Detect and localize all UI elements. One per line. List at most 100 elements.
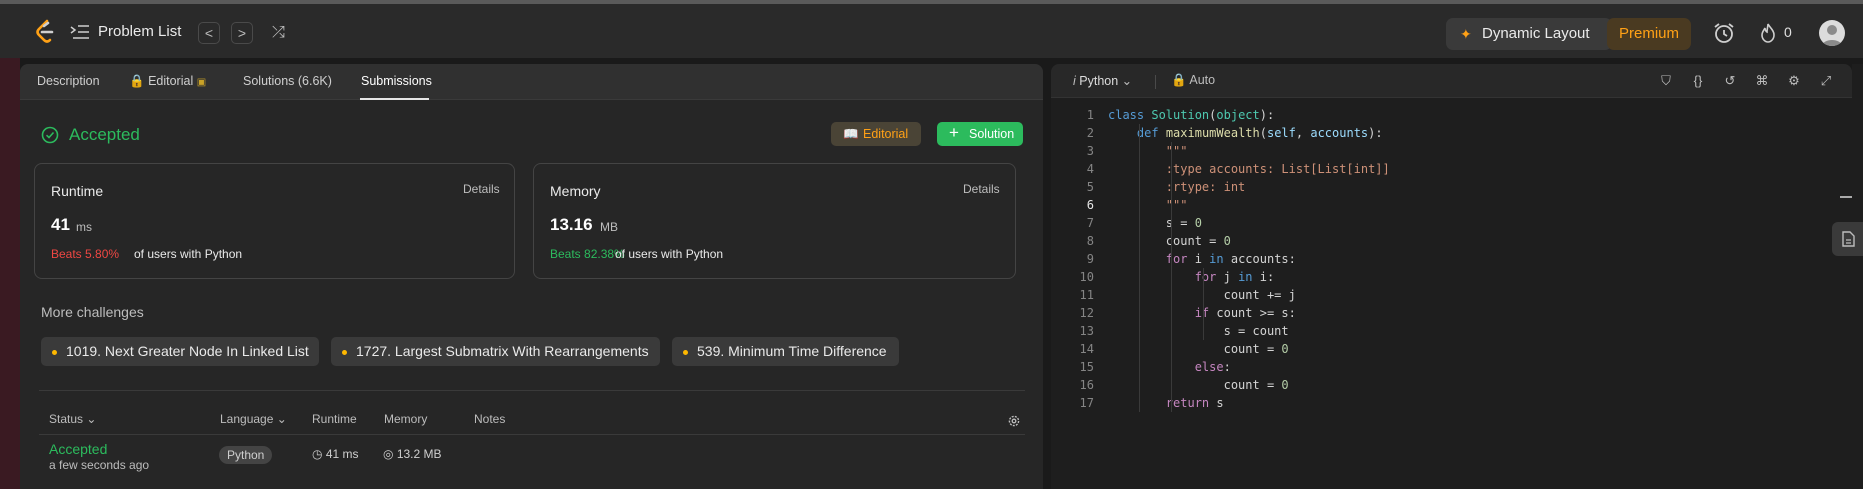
auto-mode-label: Auto bbox=[1189, 73, 1216, 87]
submission-panel: Description 🔒 Editorial ▣ Solutions (6.6… bbox=[20, 64, 1043, 489]
code-text: :type accounts: List[List[int]] bbox=[1108, 162, 1390, 176]
user-icon bbox=[1822, 25, 1842, 46]
memory-unit: MB bbox=[600, 220, 618, 234]
challenge-chip[interactable]: 1019. Next Greater Node In Linked List bbox=[41, 337, 319, 366]
indent-guide bbox=[1203, 268, 1204, 340]
shuffle-icon[interactable]: ⤮ bbox=[272, 24, 285, 42]
runtime-beats-tail: of users with Python bbox=[134, 247, 243, 261]
code-text: count = 0 bbox=[1108, 378, 1289, 392]
memory-details-link[interactable]: Details bbox=[963, 182, 1000, 196]
tab-submissions[interactable]: Submissions bbox=[361, 74, 432, 88]
problem-list-link[interactable]: Problem List bbox=[98, 23, 181, 40]
challenge-chip-label: 1019. Next Greater Node In Linked List bbox=[66, 343, 309, 359]
leetcode-logo-icon[interactable] bbox=[34, 19, 56, 45]
auto-mode-toggle[interactable]: 🔒 Auto bbox=[1171, 73, 1215, 88]
solution-button-label: Solution bbox=[969, 127, 1015, 141]
line-number: 3 bbox=[1086, 144, 1094, 158]
code-text: count = 0 bbox=[1108, 234, 1231, 248]
dynamic-layout-label: Dynamic Layout bbox=[1482, 25, 1590, 42]
line-number: 10 bbox=[1079, 270, 1094, 284]
memory-card[interactable]: Memory Details 13.16 MB Beats 82.38% of … bbox=[533, 163, 1016, 279]
code-text: count = 0 bbox=[1108, 342, 1289, 356]
gear-icon[interactable] bbox=[1007, 414, 1021, 428]
runtime-card[interactable]: Runtime Details 41 ms Beats 5.80% of use… bbox=[34, 163, 515, 279]
divider bbox=[39, 390, 1025, 391]
indent-guide bbox=[1171, 142, 1172, 412]
solution-button[interactable]: + Solution bbox=[937, 122, 1023, 146]
side-panel-tab[interactable] bbox=[1832, 222, 1863, 256]
ticket-icon: ▣ bbox=[196, 77, 207, 88]
challenge-chip[interactable]: 539. Minimum Time Difference bbox=[672, 337, 899, 366]
settings-icon[interactable]: ⚙ bbox=[1786, 73, 1802, 89]
code-line[interactable]: 2 def maximumWealth(self, accounts): bbox=[1051, 124, 1852, 142]
status-column-header[interactable]: Status ⌄ bbox=[49, 412, 96, 426]
line-number: 7 bbox=[1086, 216, 1094, 230]
code-text: """ bbox=[1108, 144, 1188, 158]
memory-beats: Beats 82.38% bbox=[550, 247, 625, 261]
challenge-chip[interactable]: 1727. Largest Submatrix With Rearrangeme… bbox=[331, 337, 660, 366]
clock-icon: ◷ bbox=[312, 447, 323, 461]
language-column-header[interactable]: Language ⌄ bbox=[220, 412, 287, 426]
row-status[interactable]: Accepted bbox=[49, 441, 107, 457]
code-text: else: bbox=[1194, 360, 1231, 374]
dynamic-layout-button[interactable]: ✦ Dynamic Layout bbox=[1446, 18, 1612, 50]
info-icon: i bbox=[1073, 74, 1076, 88]
shortcuts-icon[interactable]: ⌘ bbox=[1754, 73, 1770, 89]
premium-button[interactable]: Premium bbox=[1607, 18, 1691, 50]
chevron-down-icon: ⌄ bbox=[86, 412, 97, 426]
code-editor-panel: i Python ⌄ 🔒 Auto ⛉ {} ↺ ⌘ ⚙ ⤢ 1 class So… bbox=[1051, 64, 1852, 489]
prev-problem-button[interactable]: < bbox=[198, 22, 220, 44]
code-text: if count >= s: bbox=[1194, 306, 1296, 320]
tab-description[interactable]: Description bbox=[37, 74, 100, 88]
code-area[interactable]: 1 class Solution(object): 2 def maximumWea… bbox=[1051, 106, 1852, 412]
line-number: 2 bbox=[1086, 126, 1094, 140]
format-code-icon[interactable]: {} bbox=[1690, 73, 1706, 89]
row-runtime: ◷ 41 ms bbox=[312, 447, 359, 461]
fullscreen-icon[interactable]: ⤢ bbox=[1818, 73, 1834, 89]
streak-count: 0 bbox=[1784, 24, 1792, 40]
line-number: 6 bbox=[1086, 198, 1094, 212]
status-header-label: Status bbox=[49, 412, 84, 426]
runtime-beats: Beats 5.80% bbox=[51, 247, 120, 261]
more-challenges-label: More challenges bbox=[41, 304, 144, 320]
next-problem-button[interactable]: > bbox=[231, 22, 253, 44]
active-tab-indicator bbox=[360, 98, 429, 100]
toolbar-divider bbox=[1155, 75, 1156, 89]
flame-icon[interactable] bbox=[1760, 23, 1776, 43]
vertical-scrollbar[interactable] bbox=[1852, 64, 1863, 489]
tab-editorial[interactable]: 🔒 Editorial ▣ bbox=[129, 74, 206, 89]
problem-list-icon[interactable] bbox=[70, 24, 90, 40]
line-number: 5 bbox=[1086, 180, 1094, 194]
row-timestamp: a few seconds ago bbox=[49, 458, 150, 472]
avatar[interactable] bbox=[1819, 20, 1845, 46]
language-selector[interactable]: i Python ⌄ bbox=[1073, 73, 1132, 88]
difficulty-dot-icon bbox=[683, 350, 688, 355]
difficulty-dot-icon bbox=[342, 350, 347, 355]
line-number: 1 bbox=[1086, 108, 1094, 122]
book-icon: 📖 bbox=[843, 127, 859, 141]
panel-tabs: Description 🔒 Editorial ▣ Solutions (6.6… bbox=[20, 64, 1043, 100]
row-runtime-value: 41 ms bbox=[325, 447, 359, 461]
line-number: 15 bbox=[1079, 360, 1094, 374]
submission-status-title: Accepted bbox=[69, 125, 140, 144]
code-text: s = count bbox=[1108, 324, 1289, 338]
memory-value: 13.16 bbox=[550, 215, 593, 234]
editorial-button[interactable]: 📖 Editorial bbox=[831, 122, 921, 146]
check-circle-icon bbox=[41, 126, 59, 144]
code-line[interactable]: 1 class Solution(object): bbox=[1051, 106, 1852, 124]
bookmark-icon[interactable]: ⛉ bbox=[1658, 73, 1674, 89]
lock-icon: 🔒 bbox=[129, 74, 145, 88]
alarm-clock-icon[interactable] bbox=[1712, 21, 1736, 45]
chevron-down-icon: ⌄ bbox=[1121, 74, 1133, 88]
line-number: 14 bbox=[1079, 342, 1094, 356]
runtime-details-link[interactable]: Details bbox=[463, 182, 500, 196]
code-text: count += j bbox=[1108, 288, 1296, 302]
language-header-label: Language bbox=[220, 412, 274, 426]
memory-column-header: Memory bbox=[384, 412, 428, 426]
reset-icon[interactable]: ↺ bbox=[1722, 73, 1738, 89]
tab-solutions[interactable]: Solutions (6.6K) bbox=[243, 74, 332, 88]
sparkle-icon: ✦ bbox=[1460, 26, 1472, 42]
code-text: :rtype: int bbox=[1108, 180, 1246, 194]
table-header-divider bbox=[39, 434, 1025, 435]
difficulty-dot-icon bbox=[52, 350, 57, 355]
